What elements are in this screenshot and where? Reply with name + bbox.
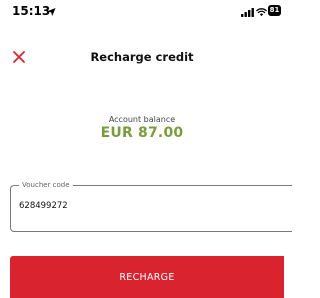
- status-bar: 15:13 81: [0, 0, 284, 26]
- battery-icon: 81: [268, 5, 281, 16]
- account-balance-label: Account balance: [108, 115, 176, 124]
- recharge-button[interactable]: RECHARGE: [10, 256, 284, 298]
- cellular-signal-icon: [241, 8, 254, 17]
- account-balance-value: EUR 87.00: [100, 125, 184, 141]
- status-time: 15:13: [12, 4, 51, 18]
- page-title: Recharge credit: [90, 50, 194, 64]
- voucher-code-input[interactable]: [19, 201, 259, 211]
- voucher-code-label: Voucher code: [19, 180, 73, 190]
- voucher-code-field[interactable]: Voucher code: [10, 180, 292, 232]
- location-arrow-icon: [47, 7, 56, 17]
- wifi-icon: [256, 8, 267, 17]
